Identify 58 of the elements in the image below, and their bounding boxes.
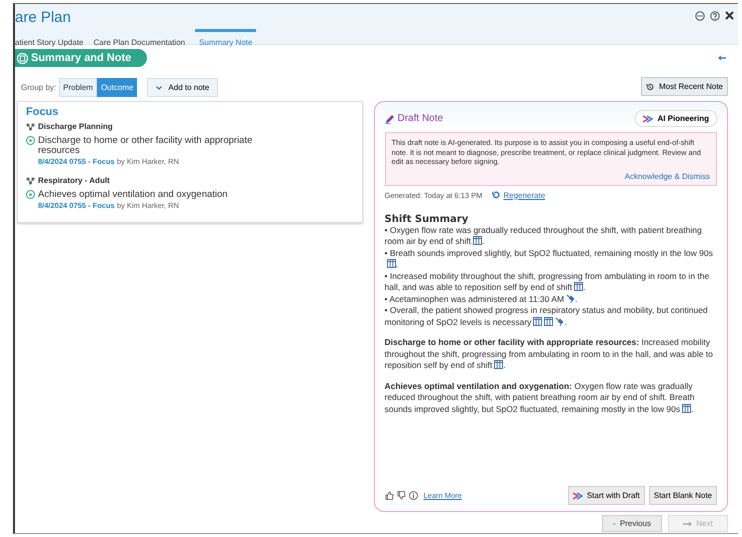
problem-icon <box>26 176 35 184</box>
summary-heading: Shift Summary <box>384 214 470 224</box>
start-blank-note-button[interactable]: Start Blank Note <box>648 486 717 505</box>
window-title: are Plan <box>15 9 71 27</box>
draft-note-title: Draft Note <box>398 113 444 124</box>
back-arrow-icon[interactable] <box>718 55 726 61</box>
thumbs-up-icon[interactable] <box>384 491 394 500</box>
close-icon[interactable] <box>725 11 734 20</box>
table-icon[interactable] <box>682 404 692 412</box>
help-icon[interactable] <box>710 11 720 21</box>
outcome-summary: Achieves optimal ventilation and oxygenation: Oxygen flow rate was gradually reduced throughout the shift, with patient breathing room air by end of shift. Breath sounds improved slightly, but SpO2 fluctuated, remaining mostly in the low 90s . <box>384 380 696 415</box>
chevron-down-icon <box>156 86 162 90</box>
group-heading: Focus <box>26 106 60 118</box>
sparkle-arrow-icon <box>643 114 654 122</box>
outcome-summary: Discharge to home or other facility with appropriate resources: Increased mobility throughout the shift, progressing from ambulating in room to in the hall, and was able to reposition self by end of shift . <box>384 337 714 372</box>
tab[interactable]: Care Plan Documentation <box>93 29 186 50</box>
syringe-icon[interactable] <box>555 316 564 326</box>
summary-bullet: • Increased mobility throughout the shift, progressing from ambulating in room to in the hall, and was able to reposition self by end of shift . <box>384 270 710 294</box>
section-title: Summary and Note <box>31 52 132 64</box>
sparkle-arrow-icon <box>572 492 583 500</box>
previous-button[interactable]: Previous <box>602 515 662 532</box>
table-icon[interactable] <box>494 360 504 369</box>
refresh-icon <box>492 191 500 199</box>
history-icon <box>646 82 654 90</box>
tab[interactable]: atient Story Update <box>15 29 84 50</box>
summary-bullet: • Breath sounds improved slightly, but SpO2 fluctuated, remaining mostly in the low 90s . <box>384 248 714 270</box>
outcome-icon <box>26 136 35 145</box>
summary-bullet: • Acetaminophen was administered at 11:30 AM . <box>384 294 578 305</box>
problem-icon <box>26 122 35 130</box>
add-to-note-button[interactable]: Add to note <box>147 78 218 97</box>
thumbs-down-icon[interactable] <box>396 491 406 500</box>
problem-name: Discharge Planning <box>38 122 113 131</box>
note-icon <box>17 52 28 64</box>
table-icon[interactable] <box>472 236 482 245</box>
summary-bullet: • Overall, the patient showed progress in respiratory status and mobility, but continued monitoring of SpO2 levels is necessary . <box>384 305 709 328</box>
regenerate-button[interactable]: Regenerate <box>492 190 546 200</box>
ai-pioneering-button[interactable]: AI Pioneering <box>635 110 717 127</box>
info-icon <box>408 491 418 500</box>
table-icon[interactable] <box>574 282 584 291</box>
most-recent-note-button[interactable]: Most Recent Note <box>640 77 728 96</box>
group-by-option[interactable]: Problem <box>59 78 97 97</box>
outcome-text: Discharge to home or other facility with appropriate resources <box>38 136 254 156</box>
pencil-icon <box>384 114 394 124</box>
table-icon[interactable] <box>533 316 542 326</box>
group-by-option[interactable]: Outcome <box>96 78 138 97</box>
syringe-icon[interactable] <box>566 294 576 302</box>
acknowledge-dismiss-link[interactable]: Acknowledge & Dismiss <box>624 172 710 180</box>
right-arrow-icon <box>683 520 692 526</box>
outcome-text: Achieves optimal ventilation and oxygenation <box>38 190 229 200</box>
start-with-draft-button[interactable]: Start with Draft <box>568 486 645 505</box>
summary-bullet: • Oxygen flow rate was gradually reduced throughout the shift, with patient breathing room air by end of shift . <box>384 224 703 248</box>
table-icon[interactable] <box>544 316 554 326</box>
tab[interactable]: Summary Note <box>195 29 256 50</box>
table-icon[interactable] <box>386 259 396 268</box>
more-options-icon[interactable] <box>695 11 705 21</box>
group-by-label: Group by: <box>21 83 56 92</box>
problem-name: Respiratory - Adult <box>38 176 110 185</box>
outcome-icon <box>26 190 35 199</box>
